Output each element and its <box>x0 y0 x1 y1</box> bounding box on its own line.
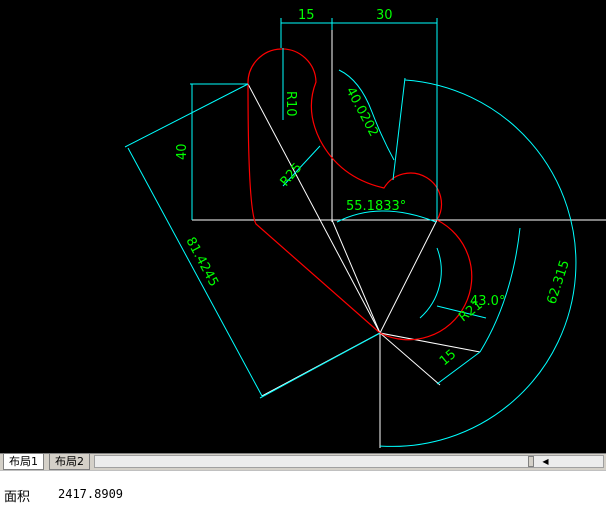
dim-angle-55: 55.1833° <box>346 199 406 214</box>
dim-aligned-81: 81.4245 <box>182 235 220 290</box>
dim-vertical-40: 40 <box>175 143 190 160</box>
command-value: 2417.8909 <box>58 487 124 501</box>
command-label: 面积 <box>4 490 31 505</box>
construction-diagonal-2 <box>379 219 438 334</box>
tab-nav-buttons[interactable] <box>0 455 2 469</box>
tab-layout2[interactable]: 布局2 <box>49 454 90 470</box>
command-line[interactable]: 面积 2417.8909 <box>0 470 606 505</box>
construction-extension-2 <box>379 332 441 386</box>
dim-arc-62: 62.315 <box>545 258 573 306</box>
scroll-left-arrow-icon[interactable]: ◀ <box>539 455 552 468</box>
dim-radius-top: R10 <box>283 91 298 117</box>
scrollbar-thumb[interactable] <box>528 456 534 467</box>
construction-diagonal-3 <box>331 219 381 334</box>
tab-layout1[interactable]: 布局1 <box>3 454 44 470</box>
construction-lines <box>192 20 606 448</box>
horizontal-scrollbar[interactable]: ◀ <box>94 455 604 468</box>
dimension-lines <box>124 18 577 447</box>
dim-arc-length: 40.0202 <box>342 85 380 140</box>
dim-aligned-15: 15 <box>437 347 459 369</box>
drawing-canvas[interactable]: 15 30 R10 40 40.0202 R25 55.1833° 81.424… <box>0 0 606 453</box>
dim-top-left: 15 <box>298 8 315 23</box>
dim-top-right: 30 <box>376 8 393 23</box>
layout-tab-bar: 布局1 布局2 ◀ <box>0 453 606 470</box>
